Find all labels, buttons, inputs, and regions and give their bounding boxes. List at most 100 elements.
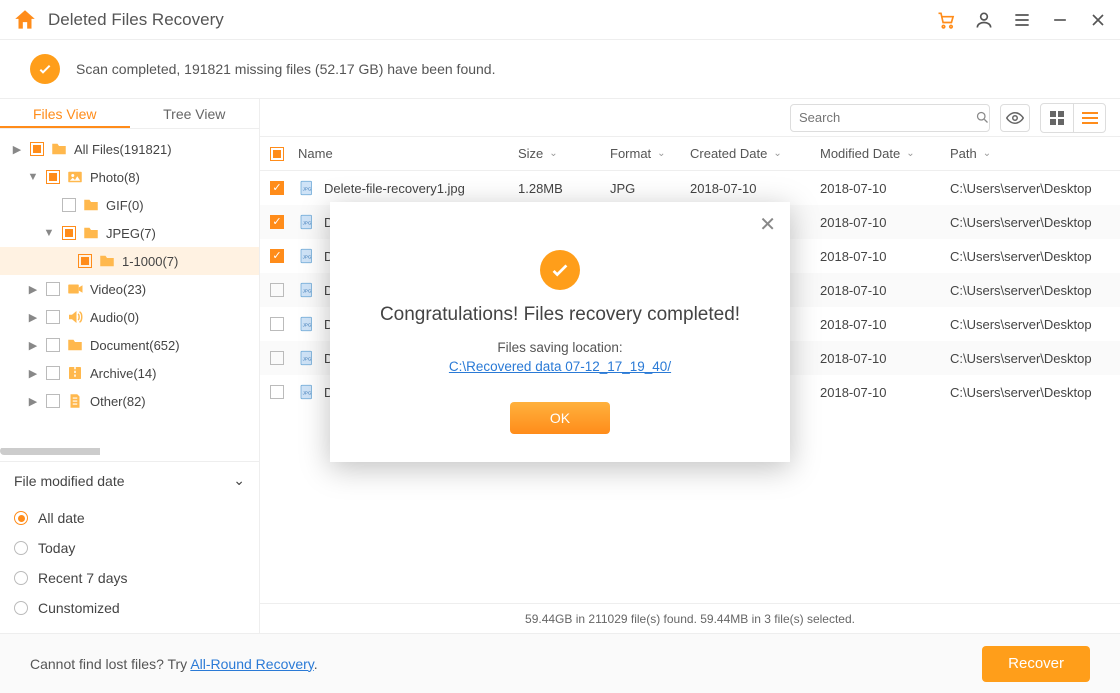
- tree-row[interactable]: ▼ Photo(8): [0, 163, 259, 191]
- search-icon[interactable]: [975, 110, 990, 125]
- search-box[interactable]: [790, 104, 990, 132]
- row-checkbox[interactable]: [270, 215, 284, 229]
- caret-icon[interactable]: ▶: [26, 367, 40, 380]
- caret-icon[interactable]: ▶: [26, 311, 40, 324]
- tree-row[interactable]: GIF(0): [0, 191, 259, 219]
- modal-path-link[interactable]: C:\Recovered data 07-12_17_19_40/: [449, 359, 671, 374]
- chevron-down-icon: ⌄: [233, 472, 245, 489]
- tree-row[interactable]: ▶ Archive(14): [0, 359, 259, 387]
- radio-today[interactable]: Today: [14, 533, 245, 563]
- tree-checkbox[interactable]: [46, 394, 60, 408]
- tree-label: Audio(0): [90, 310, 139, 325]
- scan-banner: Scan completed, 191821 missing files (52…: [0, 40, 1120, 98]
- col-name[interactable]: Name: [298, 146, 518, 161]
- caret-icon[interactable]: ▶: [26, 283, 40, 296]
- tree-label: Other(82): [90, 394, 146, 409]
- home-icon[interactable]: [12, 7, 38, 33]
- check-badge-icon: [30, 54, 60, 84]
- tree-row[interactable]: ▶ Other(82): [0, 387, 259, 415]
- cell-modified: 2018-07-10: [820, 215, 950, 230]
- tree-checkbox[interactable]: [62, 226, 76, 240]
- col-created[interactable]: Created Date⌄: [690, 146, 820, 161]
- radio-customized[interactable]: Cunstomized: [14, 593, 245, 623]
- row-checkbox[interactable]: [270, 249, 284, 263]
- caret-icon[interactable]: ▶: [26, 339, 40, 352]
- cell-modified: 2018-07-10: [820, 181, 950, 196]
- header-checkbox[interactable]: [270, 147, 284, 161]
- tree-checkbox[interactable]: [46, 170, 60, 184]
- row-checkbox[interactable]: [270, 351, 284, 365]
- archive-icon: [66, 364, 84, 382]
- caret-icon[interactable]: ▼: [42, 227, 56, 239]
- modal-headline: Congratulations! Files recovery complete…: [354, 304, 766, 326]
- tree-checkbox[interactable]: [46, 282, 60, 296]
- tree-label: Video(23): [90, 282, 146, 297]
- recover-button[interactable]: Recover: [982, 646, 1090, 682]
- list-view-icon[interactable]: [1073, 104, 1105, 132]
- tree-checkbox[interactable]: [46, 338, 60, 352]
- caret-icon[interactable]: ▶: [26, 395, 40, 408]
- file-icon: JPG: [298, 213, 316, 231]
- col-size[interactable]: Size⌄: [518, 146, 610, 161]
- table-row[interactable]: JPGDelete-file-recovery1.jpg1.28MBJPG201…: [260, 171, 1120, 205]
- caret-icon[interactable]: ▶: [10, 143, 24, 156]
- audio-icon: [66, 308, 84, 326]
- menu-icon[interactable]: [1012, 10, 1032, 30]
- tree-checkbox[interactable]: [46, 310, 60, 324]
- user-icon[interactable]: [974, 10, 994, 30]
- tab-tree-view[interactable]: Tree View: [130, 99, 260, 128]
- all-round-recovery-link[interactable]: All-Round Recovery: [190, 656, 313, 672]
- row-checkbox[interactable]: [270, 317, 284, 331]
- file-icon: JPG: [298, 383, 316, 401]
- filter-body: All date Today Recent 7 days Cunstomized: [0, 499, 259, 633]
- tree-row[interactable]: ▶ Document(652): [0, 331, 259, 359]
- file-icon: JPG: [298, 247, 316, 265]
- tree-checkbox[interactable]: [62, 198, 76, 212]
- radio-all-date[interactable]: All date: [14, 503, 245, 533]
- tree-row[interactable]: 1-1000(7): [0, 247, 259, 275]
- cell-modified: 2018-07-10: [820, 317, 950, 332]
- window-title: Deleted Files Recovery: [48, 10, 224, 30]
- tree-label: All Files(191821): [74, 142, 172, 157]
- tree-label: Photo(8): [90, 170, 140, 185]
- modal-close-icon[interactable]: ✕: [759, 212, 776, 237]
- modal-ok-button[interactable]: OK: [510, 402, 610, 434]
- cart-icon[interactable]: [936, 10, 956, 30]
- preview-icon[interactable]: [1000, 104, 1030, 132]
- search-input[interactable]: [799, 110, 975, 125]
- filter-header[interactable]: File modified date ⌄: [0, 461, 259, 499]
- cell-modified: 2018-07-10: [820, 249, 950, 264]
- completion-modal: ✕ Congratulations! Files recovery comple…: [330, 202, 790, 462]
- tree-label: Archive(14): [90, 366, 156, 381]
- tree-row[interactable]: ▶ Video(23): [0, 275, 259, 303]
- scrollbar-stub[interactable]: [0, 447, 253, 455]
- col-path[interactable]: Path⌄: [950, 146, 1120, 161]
- modal-subtext: Files saving location:: [354, 340, 766, 355]
- row-checkbox[interactable]: [270, 385, 284, 399]
- tree-checkbox[interactable]: [30, 142, 44, 156]
- radio-recent-7[interactable]: Recent 7 days: [14, 563, 245, 593]
- row-checkbox[interactable]: [270, 283, 284, 297]
- minimize-icon[interactable]: [1050, 10, 1070, 30]
- tree-row[interactable]: ▶ Audio(0): [0, 303, 259, 331]
- view-mode-group: [1040, 103, 1106, 133]
- tab-files-view[interactable]: Files View: [0, 99, 130, 128]
- close-icon[interactable]: [1088, 10, 1108, 30]
- row-checkbox[interactable]: [270, 181, 284, 195]
- col-format[interactable]: Format⌄: [610, 146, 690, 161]
- file-icon: JPG: [298, 315, 316, 333]
- file-icon: JPG: [298, 281, 316, 299]
- col-modified[interactable]: Modified Date⌄: [820, 146, 950, 161]
- caret-icon[interactable]: ▼: [26, 171, 40, 183]
- tree-row[interactable]: ▼JPEG(7): [0, 219, 259, 247]
- folder-icon: [98, 252, 116, 270]
- tree-row[interactable]: ▶ All Files(191821): [0, 135, 259, 163]
- tree-label: Document(652): [90, 338, 180, 353]
- grid-view-icon[interactable]: [1041, 104, 1073, 132]
- tree-checkbox[interactable]: [46, 366, 60, 380]
- tree-checkbox[interactable]: [78, 254, 92, 268]
- footer-hint: Cannot find lost files? Try All-Round Re…: [30, 656, 318, 672]
- cell-path: C:\Users\server\Desktop: [950, 385, 1120, 400]
- sidebar-tabs: Files View Tree View: [0, 99, 259, 129]
- file-tree: ▶ All Files(191821) ▼ Photo(8) GIF(0)▼JPEG(7…: [0, 129, 259, 441]
